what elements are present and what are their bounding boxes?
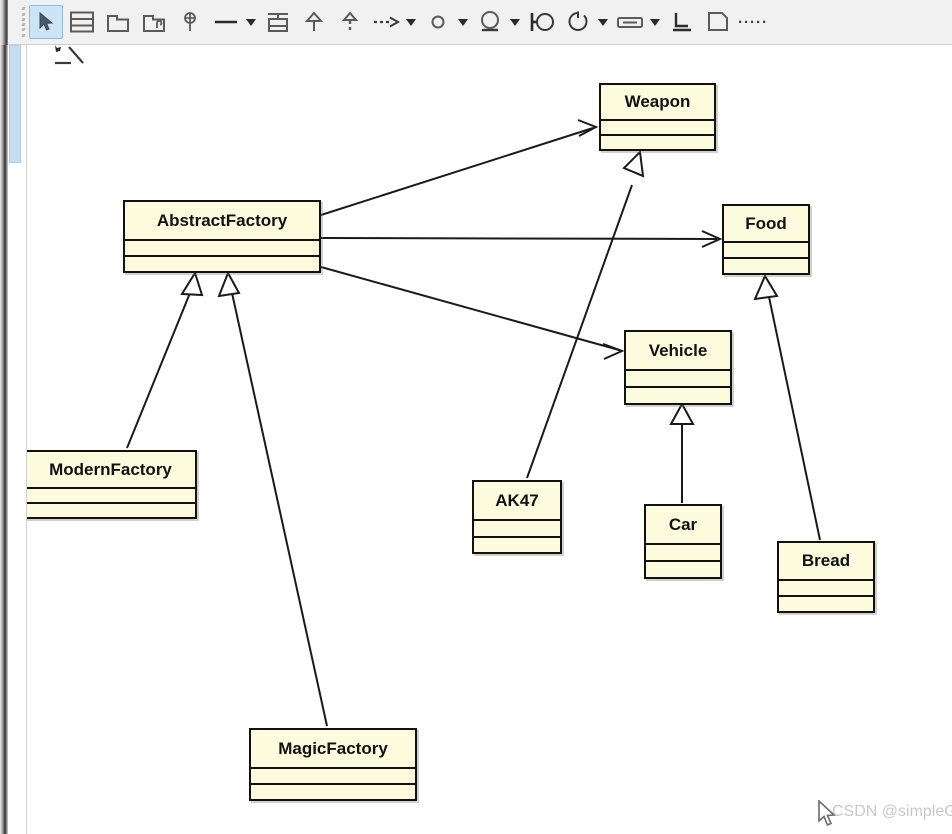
package-tool[interactable]	[101, 5, 135, 39]
subsystem-icon	[143, 15, 165, 32]
socket-icon	[530, 13, 554, 31]
note-page-icon	[708, 12, 728, 31]
edge-abstractfactory-weapon	[320, 119, 599, 216]
cursor-arrow-icon	[39, 11, 54, 31]
provided-interface-tool-caret[interactable]	[508, 5, 522, 39]
window-edge-strip	[0, 0, 8, 45]
class-node-vehicle-title: Vehicle	[626, 332, 730, 371]
class-node-modernfactory-title: ModernFactory	[27, 452, 195, 489]
dashed-arrow-up-icon	[341, 11, 359, 31]
dependency-tool-caret[interactable]	[404, 5, 418, 39]
anchor-tool[interactable]	[173, 5, 207, 39]
overflow-tool[interactable]: ·····	[736, 5, 770, 39]
lollipop-icon	[481, 11, 499, 32]
toolbar-overflow-artifact	[55, 45, 84, 65]
class-node-weapon-operations[interactable]	[601, 136, 714, 149]
watermark-text: CSDN @simpleGq	[832, 803, 952, 820]
required-interface-tool[interactable]	[525, 5, 559, 39]
edge-magicfactory-abstractfactory	[217, 270, 328, 727]
window-edge-shadow	[0, 45, 8, 834]
class-node-bread-operations[interactable]	[779, 597, 873, 611]
line-icon	[215, 20, 237, 24]
mouse-cursor-icon	[818, 800, 836, 827]
subsystem-tool[interactable]	[137, 5, 171, 39]
state-tool-caret[interactable]	[596, 5, 610, 39]
class-node-magicfactory[interactable]: MagicFactory	[249, 728, 417, 801]
dependency-tool[interactable]	[369, 5, 403, 39]
object-tool[interactable]	[613, 5, 647, 39]
generalization-tool[interactable]	[297, 5, 331, 39]
dashed-arrow-right-icon	[374, 16, 401, 28]
port-tool-caret[interactable]	[456, 5, 470, 39]
class-node-car-attributes[interactable]	[646, 545, 720, 562]
class-node-modernfactory-operations[interactable]	[27, 504, 195, 517]
class-node-abstractfactory-attributes[interactable]	[125, 241, 319, 257]
class-node-food-title: Food	[724, 206, 808, 243]
corner-tool[interactable]	[665, 5, 699, 39]
edge-abstractfactory-food	[320, 230, 723, 248]
circle-icon	[431, 15, 445, 29]
class-node-abstractfactory-operations[interactable]	[125, 257, 319, 271]
realization-tool[interactable]	[333, 5, 367, 39]
package-icon	[107, 15, 129, 32]
vertical-scrollbar-thumb[interactable]	[9, 45, 21, 163]
association-tool-caret[interactable]	[244, 5, 258, 39]
class-box-icon	[70, 11, 94, 33]
rounded-rect-icon	[617, 17, 643, 28]
association-tool[interactable]	[209, 5, 243, 39]
class-node-ak47-title: AK47	[474, 482, 560, 521]
circle-arrow-icon	[568, 11, 588, 31]
edge-car-vehicle	[669, 401, 695, 503]
class-node-weapon-attributes[interactable]	[601, 121, 714, 136]
pin-icon	[184, 12, 196, 31]
class-node-magicfactory-attributes[interactable]	[251, 769, 415, 785]
class-node-bread[interactable]: Bread	[777, 541, 875, 613]
class-node-weapon[interactable]: Weapon	[599, 83, 716, 151]
left-rail	[0, 45, 27, 834]
class-node-vehicle[interactable]: Vehicle	[624, 330, 732, 405]
class-node-food-attributes[interactable]	[724, 243, 808, 259]
class-node-food-operations[interactable]	[724, 259, 808, 273]
class-node-weapon-title: Weapon	[601, 85, 714, 121]
class-node-vehicle-operations[interactable]	[626, 388, 730, 403]
hollow-arrow-up-icon	[304, 11, 324, 31]
class-node-magicfactory-title: MagicFactory	[251, 730, 415, 769]
provided-interface-tool[interactable]	[473, 5, 507, 39]
corner-L-icon	[673, 13, 691, 32]
class-node-ak47-operations[interactable]	[474, 538, 560, 552]
port-tool[interactable]	[421, 5, 455, 39]
diagram-canvas[interactable]: Weapon AbstractFactory Food Vehicle Mode…	[27, 45, 952, 834]
object-tool-caret[interactable]	[648, 5, 662, 39]
vertical-scrollbar[interactable]	[8, 45, 22, 834]
uml-editor-window: ····· Weapon AbstractFactory Food Vehicl…	[0, 0, 952, 834]
state-tool[interactable]	[561, 5, 595, 39]
class-node-food[interactable]: Food	[722, 204, 810, 275]
class-tool[interactable]	[65, 5, 99, 39]
class-node-car-title: Car	[646, 506, 720, 545]
edge-ak47-weapon	[526, 149, 645, 479]
diagram-edges	[126, 119, 821, 727]
class-node-magicfactory-operations[interactable]	[251, 785, 415, 799]
class-node-abstractfactory-title: AbstractFactory	[125, 202, 319, 241]
class-node-vehicle-attributes[interactable]	[626, 371, 730, 388]
class-node-bread-title: Bread	[779, 543, 873, 581]
toolbar-drag-handle[interactable]	[18, 5, 28, 39]
class-node-modernfactory-attributes[interactable]	[27, 489, 195, 504]
diagram-toolbar: ·····	[0, 0, 952, 45]
class-node-abstractfactory[interactable]: AbstractFactory	[123, 200, 321, 273]
class-node-ak47[interactable]: AK47	[472, 480, 562, 554]
class-node-modernfactory[interactable]: ModernFactory	[27, 450, 197, 519]
class-node-bread-attributes[interactable]	[779, 581, 873, 597]
note-tool[interactable]	[701, 5, 735, 39]
class-node-car[interactable]: Car	[644, 504, 722, 579]
class-node-car-operations[interactable]	[646, 562, 720, 577]
class-node-ak47-attributes[interactable]	[474, 521, 560, 538]
pointer-tool[interactable]	[29, 5, 63, 39]
interface-tool[interactable]	[261, 5, 295, 39]
edge-modernfactory-abstractfactory	[126, 270, 204, 449]
edge-abstractfactory-vehicle	[320, 266, 625, 360]
interface-box-icon	[268, 13, 288, 32]
edge-bread-food	[753, 273, 821, 541]
